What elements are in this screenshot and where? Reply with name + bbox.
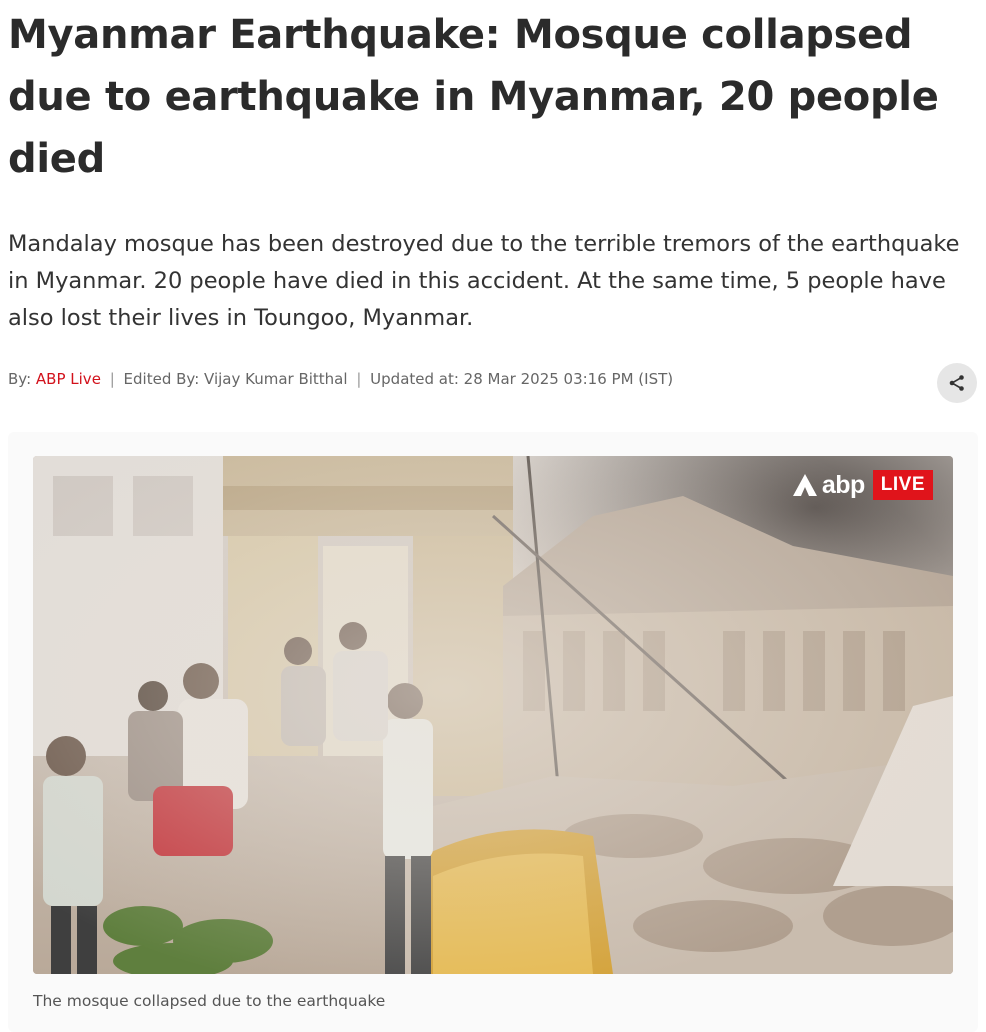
article-headline: Myanmar Earthquake: Mosque collapsed due… [8, 12, 939, 182]
author-link[interactable]: ABP Live [36, 370, 101, 388]
byline-edited-by: Edited By: Vijay Kumar Bitthal [123, 370, 348, 388]
byline-separator: | [356, 370, 362, 388]
live-badge: LIVE [872, 470, 933, 500]
byline: By: ABP Live | Edited By: Vijay Kumar Bi… [8, 370, 673, 388]
byline-by-label: By: [8, 370, 32, 388]
byline-updated: Updated at: 28 Mar 2025 03:16 PM (IST) [370, 370, 674, 388]
share-icon [949, 375, 964, 391]
byline-separator: | [109, 370, 115, 388]
photo-caption: The mosque collapsed due to the earthqua… [33, 992, 386, 1010]
collapsed-mosque-photo [33, 456, 953, 974]
abp-triangle-icon [792, 474, 817, 496]
article-summary: Mandalay mosque has been destroyed due t… [8, 231, 960, 331]
article-photo[interactable]: abp LIVE [33, 456, 953, 974]
share-button[interactable] [937, 363, 977, 403]
logo-text: abp [821, 470, 865, 499]
abp-live-logo: abp LIVE [792, 470, 933, 500]
